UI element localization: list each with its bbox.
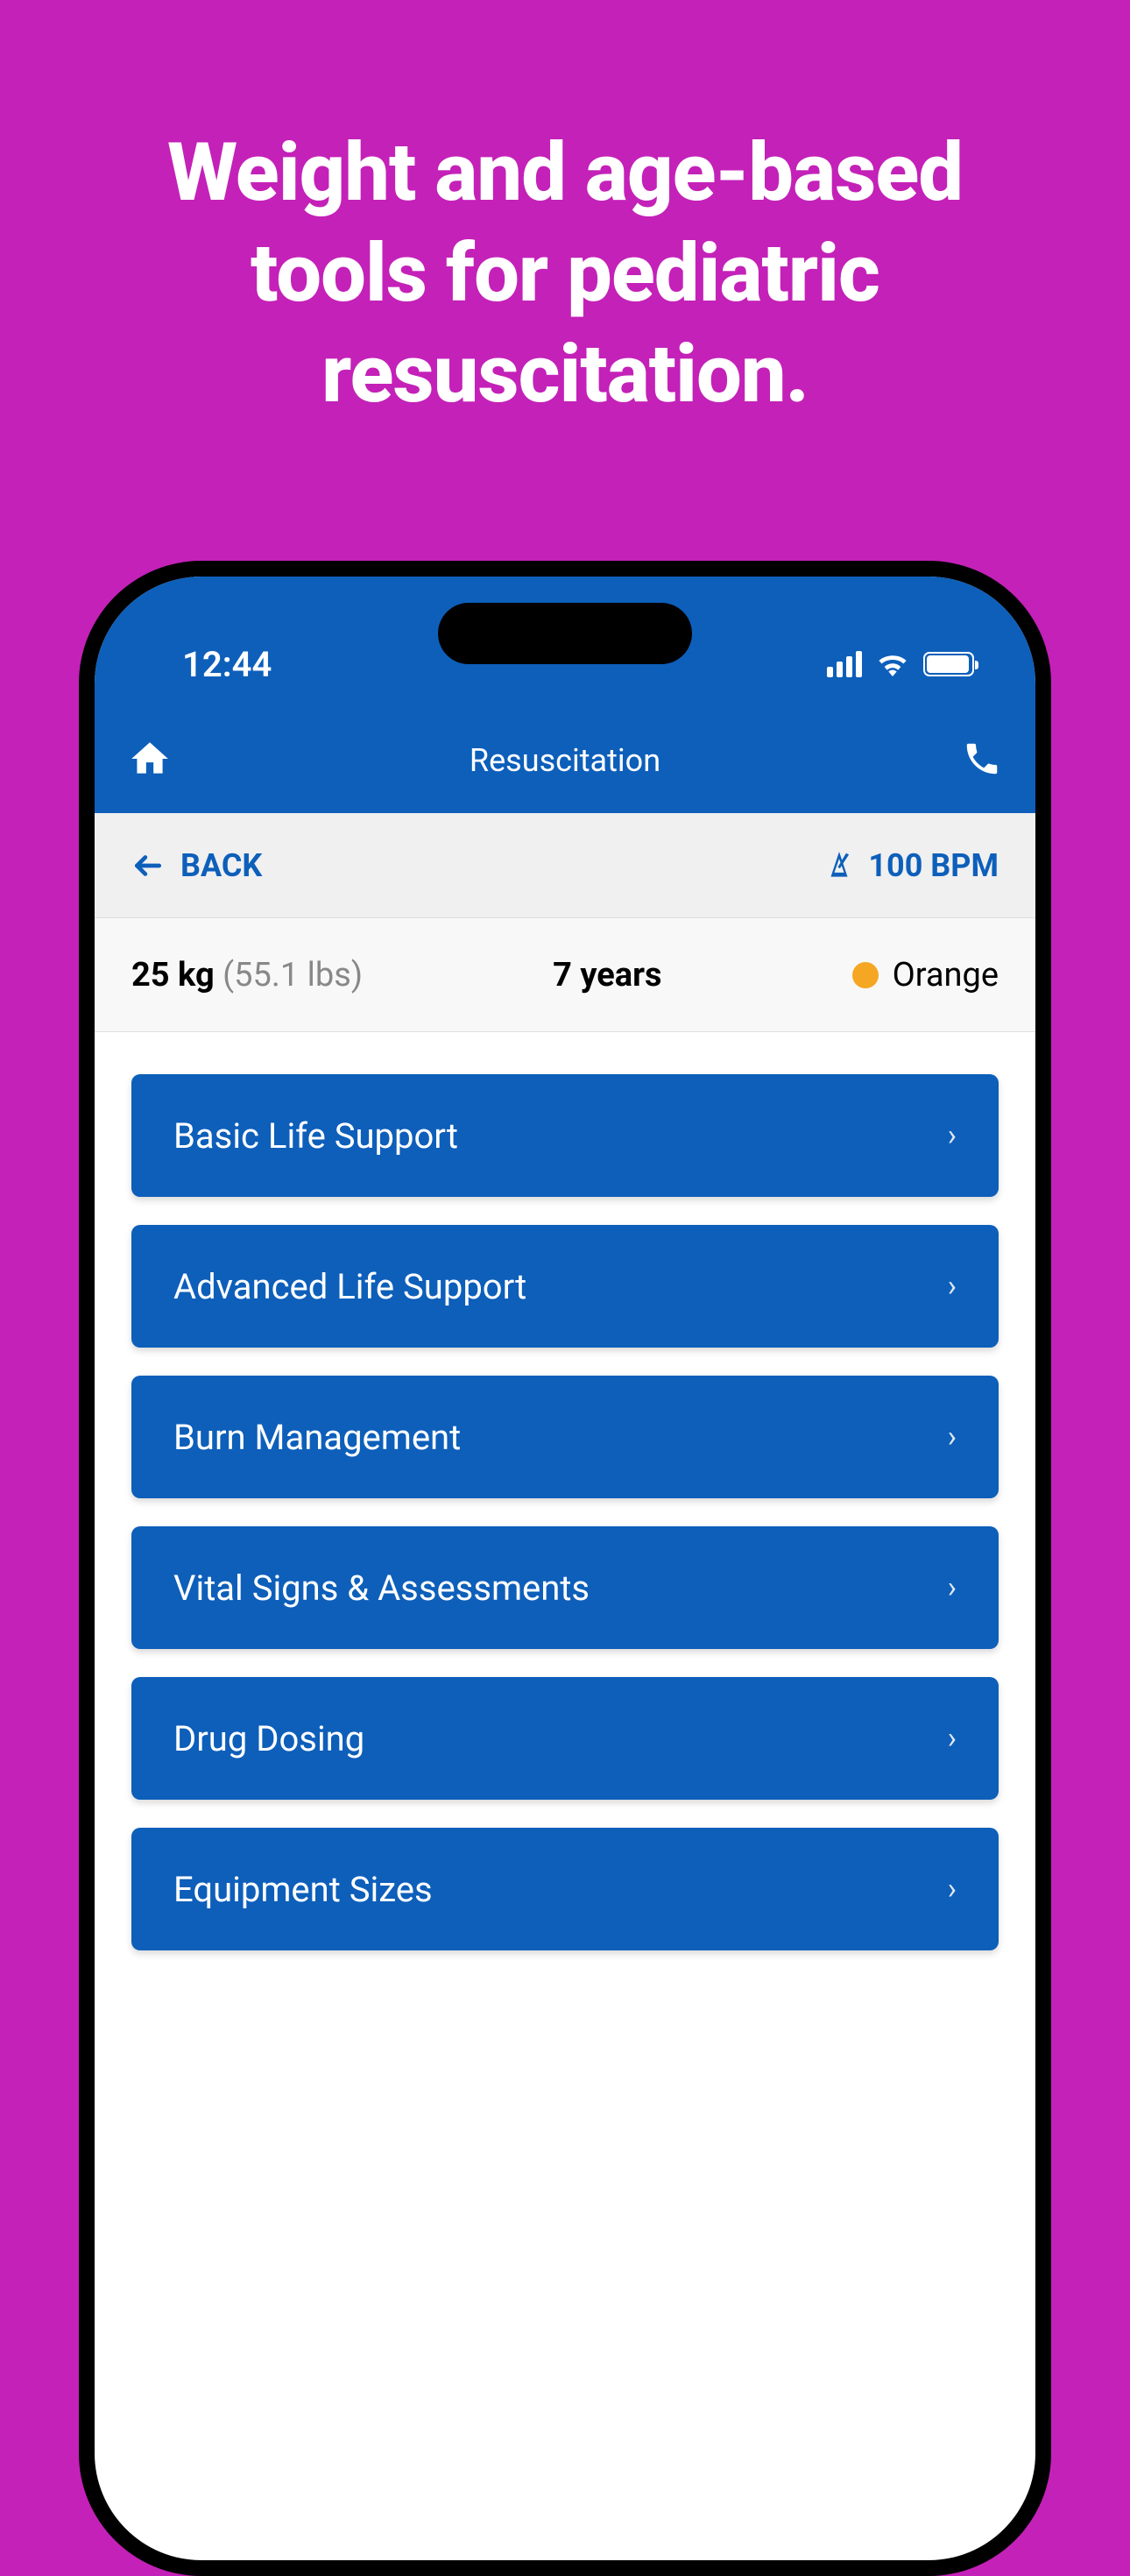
chevron-right-icon: › [948,1269,957,1304]
status-time: 12:44 [182,644,272,685]
phone-frame: 12:44 Resuscitation [79,561,1051,2576]
app-header: Resuscitation [95,725,1035,813]
weight-lbs: (55.1 lbs) [222,956,363,994]
zone-color-dot [852,962,879,988]
patient-weight: 25 kg (55.1 lbs) [131,956,363,994]
patient-zone: Orange [852,956,999,994]
chevron-right-icon: › [948,1721,957,1756]
menu-item-advanced-life-support[interactable]: Advanced Life Support › [131,1225,999,1348]
phone-notch [438,603,692,664]
arrow-left-icon [131,849,165,882]
cellular-icon [827,651,862,677]
menu-item-vital-signs[interactable]: Vital Signs & Assessments › [131,1526,999,1649]
patient-info-bar: 25 kg (55.1 lbs) 7 years Orange [95,918,1035,1032]
patient-age: 7 years [553,956,661,994]
phone-button[interactable] [962,739,1002,782]
menu-list: Basic Life Support › Advanced Life Suppo… [95,1032,1035,1992]
home-button[interactable] [128,737,172,784]
menu-item-label: Basic Life Support [173,1115,458,1157]
bpm-label: 100 BPM [868,847,999,884]
back-button[interactable]: BACK [131,847,262,884]
chevron-right-icon: › [948,1872,957,1907]
metronome-icon [823,849,856,882]
menu-item-label: Drug Dosing [173,1718,364,1759]
weight-kg: 25 kg [131,956,215,994]
phone-screen: 12:44 Resuscitation [95,577,1035,2560]
menu-item-label: Equipment Sizes [173,1869,433,1910]
menu-item-drug-dosing[interactable]: Drug Dosing › [131,1677,999,1800]
bpm-button[interactable]: 100 BPM [823,847,999,884]
toolbar: BACK 100 BPM [95,813,1035,918]
back-label: BACK [180,847,262,884]
chevron-right-icon: › [948,1419,957,1454]
home-icon [128,737,172,781]
menu-item-burn-management[interactable]: Burn Management › [131,1376,999,1498]
wifi-icon [876,652,909,676]
battery-icon [923,652,974,676]
zone-label: Orange [893,956,999,994]
chevron-right-icon: › [948,1570,957,1605]
phone-icon [962,739,1002,779]
menu-item-label: Burn Management [173,1417,461,1458]
chevron-right-icon: › [948,1118,957,1153]
menu-item-label: Advanced Life Support [173,1266,526,1307]
page-title: Resuscitation [95,742,1035,779]
promo-headline: Weight and age-based tools for pediatric… [0,0,1130,495]
menu-item-basic-life-support[interactable]: Basic Life Support › [131,1074,999,1197]
menu-item-label: Vital Signs & Assessments [173,1568,590,1609]
menu-item-equipment-sizes[interactable]: Equipment Sizes › [131,1828,999,1950]
status-icons [827,651,974,677]
